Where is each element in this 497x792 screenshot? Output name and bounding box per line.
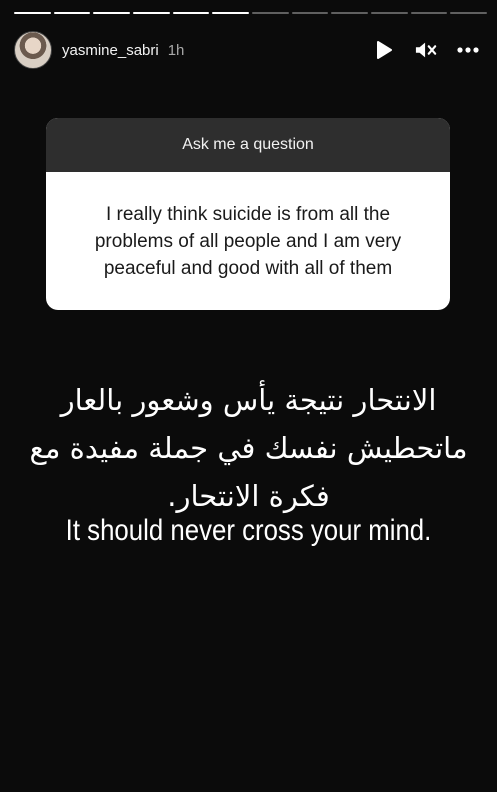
progress-segment	[410, 12, 448, 14]
story-progress-bar	[14, 12, 488, 14]
progress-segment	[14, 12, 51, 14]
play-button[interactable]	[373, 39, 395, 61]
mute-button[interactable]	[415, 39, 437, 61]
progress-segment	[331, 12, 369, 14]
english-caption: It should never cross your mind.	[65, 514, 432, 547]
story-controls	[373, 39, 479, 61]
progress-segment	[93, 12, 131, 14]
question-answer: I really think suicide is from all the p…	[94, 203, 402, 279]
arabic-caption: الانتحار نتيجة يأس وشعور بالعار ماتحطيش …	[20, 376, 477, 520]
progress-segment	[212, 12, 250, 14]
arabic-caption-line-3: فكرة الانتحار.	[167, 479, 330, 513]
arabic-caption-line-2: ماتحطيش نفسك في جملة مفيدة مع	[29, 431, 468, 465]
username[interactable]: yasmine_sabri	[62, 42, 159, 59]
progress-segment	[53, 12, 91, 14]
question-sticker: Ask me a question I really think suicide…	[46, 118, 450, 310]
more-options-button[interactable]	[457, 39, 479, 61]
avatar[interactable]	[14, 31, 52, 69]
story-header: yasmine_sabri 1h	[14, 30, 479, 70]
progress-segment	[371, 12, 408, 14]
question-title: Ask me a question	[46, 118, 450, 172]
progress-segment	[291, 12, 329, 14]
progress-segment	[172, 12, 210, 14]
play-icon	[377, 41, 392, 59]
progress-segment	[252, 12, 289, 14]
arabic-caption-line-1: الانتحار نتيجة يأس وشعور بالعار	[60, 383, 437, 417]
post-time: 1h	[167, 41, 185, 59]
progress-segment	[450, 12, 488, 14]
more-icon	[457, 47, 479, 53]
mute-icon	[415, 42, 437, 58]
progress-segment	[133, 12, 170, 14]
